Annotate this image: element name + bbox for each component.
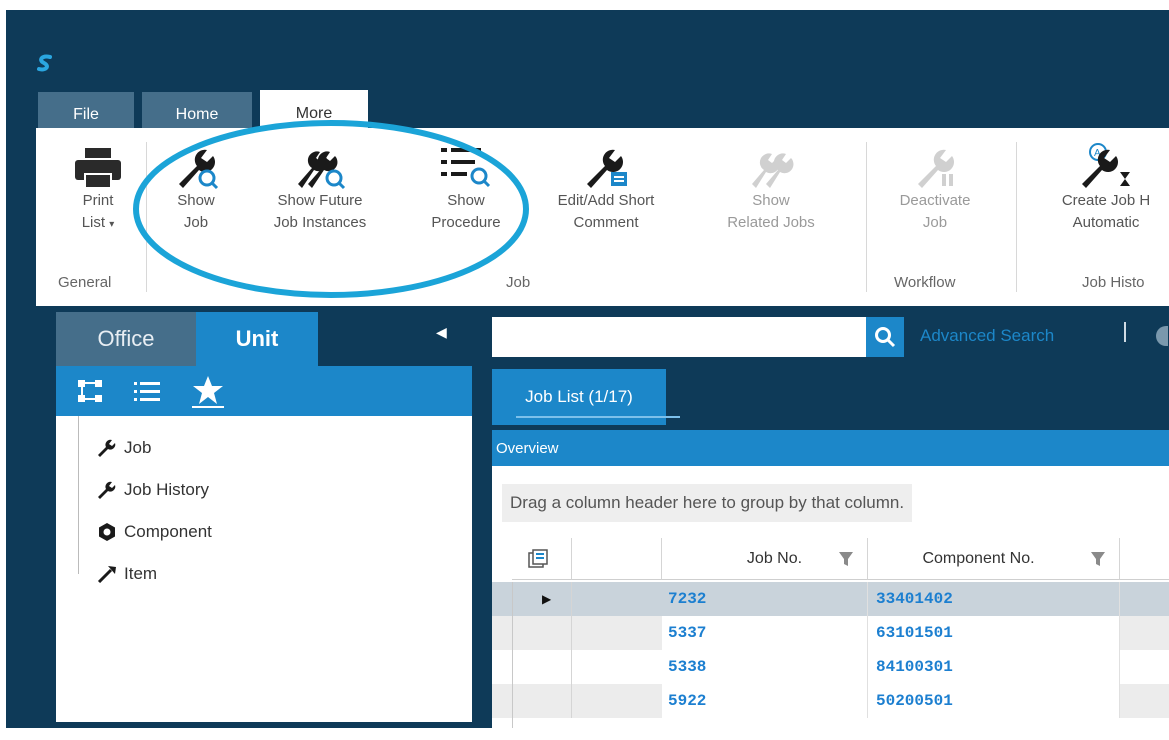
- table-row[interactable]: 5337 63101501: [492, 616, 1169, 650]
- hierarchy-view-icon[interactable]: [76, 378, 104, 404]
- tool-icon: [97, 566, 116, 583]
- column-header-label: Job No.: [746, 549, 803, 567]
- deactivate-job-button[interactable]: Deactivate Job: [880, 128, 990, 234]
- group-label-workflow: Workflow: [894, 274, 956, 291]
- collapse-panel-icon[interactable]: ◀: [436, 324, 447, 341]
- toolbar-divider: [1124, 322, 1126, 342]
- overview-header: Overview: [492, 430, 1169, 466]
- cell-job-no[interactable]: 5922: [662, 684, 868, 718]
- filter-icon[interactable]: [839, 551, 853, 567]
- cell-job-no[interactable]: 5337: [662, 616, 868, 650]
- tree-item-label: Job History: [124, 480, 210, 499]
- row-indicator: [532, 684, 572, 718]
- tree-connector: [78, 416, 97, 574]
- search-icon: [875, 327, 896, 348]
- printer-icon: [75, 148, 121, 189]
- row-indicator: [532, 616, 572, 650]
- create-job-history-automatic-button[interactable]: A Create Job H Automatic: [1036, 128, 1169, 234]
- wrench-icon: [98, 481, 116, 499]
- chevron-down-icon: ▾: [109, 219, 115, 230]
- tree-item-label: Item: [124, 564, 158, 583]
- deactivate-label-1: Deactivate: [899, 192, 971, 209]
- column-header-component-no[interactable]: Component No.: [868, 538, 1120, 580]
- row-indicator: ▶: [532, 582, 572, 616]
- wrench-pause-icon: [918, 149, 954, 188]
- show-related-jobs-button[interactable]: Show Related Jobs: [708, 128, 834, 234]
- group-label-job-history: Job Histo: [1082, 274, 1145, 291]
- show-related-label-2: Related Jobs: [727, 214, 815, 231]
- table-row[interactable]: 5922 50200501: [492, 684, 1169, 718]
- tree-item-label: Component: [124, 522, 212, 541]
- current-row-arrow-icon: ▶: [542, 592, 552, 606]
- tree-item-job-history[interactable]: Job History: [96, 480, 209, 500]
- tab-office[interactable]: Office: [56, 312, 196, 366]
- cell-component-no[interactable]: 50200501: [868, 684, 1120, 718]
- favorites-star-icon[interactable]: [190, 374, 226, 408]
- wrench-automation-icon: A: [1082, 143, 1130, 188]
- cell-component-no[interactable]: 33401402: [868, 582, 1120, 616]
- group-label-general: General: [58, 274, 112, 291]
- table-row[interactable]: ▶ 7232 33401402: [492, 582, 1169, 616]
- tree-item-item[interactable]: Item: [96, 564, 157, 584]
- row-indicator: [532, 650, 572, 684]
- tree-item-label: Job: [124, 438, 152, 457]
- print-list-label-1: Print: [82, 192, 114, 209]
- filter-icon[interactable]: [1091, 551, 1105, 567]
- edit-comment-label-1: Edit/Add Short: [557, 192, 655, 209]
- job-grid: Drag a column header here to group by th…: [492, 466, 1169, 728]
- tree-item-component[interactable]: Component: [96, 522, 212, 542]
- row-tree-line: [512, 582, 513, 728]
- favorites-tree: Job Job History Component Item: [56, 416, 472, 722]
- create-history-label-2: Automatic: [1072, 214, 1140, 231]
- search-input[interactable]: [492, 317, 866, 357]
- app-logo-icon: [37, 54, 52, 72]
- navigation-panel: Office Unit ◀ Job Job History Component …: [44, 312, 472, 722]
- related-jobs-icon: [752, 153, 794, 188]
- application-window: File Home More Print List ▾ General Show…: [6, 10, 1169, 728]
- print-list-button[interactable]: Print List ▾: [58, 128, 138, 236]
- wrench-comment-icon: [587, 149, 627, 188]
- cell-component-no[interactable]: 63101501: [868, 616, 1120, 650]
- search-button[interactable]: [866, 317, 904, 357]
- highlight-ellipse-annotation: [133, 120, 529, 298]
- create-history-label-1: Create Job H: [1061, 192, 1151, 209]
- tab-unit[interactable]: Unit: [196, 312, 318, 366]
- edit-comment-label-2: Comment: [573, 214, 639, 231]
- print-list-label-2: List: [81, 214, 106, 231]
- deactivate-label-2: Job: [922, 214, 948, 231]
- cell-job-no[interactable]: 5338: [662, 650, 868, 684]
- group-divider: [866, 142, 867, 292]
- blank-column-header[interactable]: [572, 538, 662, 580]
- table-row[interactable]: 5338 84100301: [492, 650, 1169, 684]
- column-header-label: Component No.: [922, 549, 1035, 567]
- column-chooser-header[interactable]: [512, 538, 572, 580]
- settings-icon[interactable]: [1156, 326, 1168, 346]
- panel-view-toolbar: [56, 366, 472, 416]
- list-view-icon[interactable]: [134, 380, 160, 402]
- group-divider: [1016, 142, 1017, 292]
- cell-job-no[interactable]: 7232: [662, 582, 868, 616]
- group-by-drop-area[interactable]: Drag a column header here to group by th…: [502, 484, 913, 522]
- hex-nut-icon: [99, 523, 115, 541]
- column-header-overflow: [1120, 538, 1169, 580]
- edit-add-short-comment-button[interactable]: Edit/Add Short Comment: [536, 128, 676, 234]
- advanced-search-link[interactable]: Advanced Search: [920, 326, 1054, 346]
- active-tab-indicator: [516, 416, 680, 418]
- cell-component-no[interactable]: 84100301: [868, 650, 1120, 684]
- column-header-job-no[interactable]: Job No.: [662, 538, 868, 580]
- tree-item-job[interactable]: Job: [96, 438, 151, 458]
- column-chooser-icon: [528, 548, 548, 568]
- wrench-icon: [98, 439, 116, 457]
- show-related-label-1: Show: [752, 192, 790, 209]
